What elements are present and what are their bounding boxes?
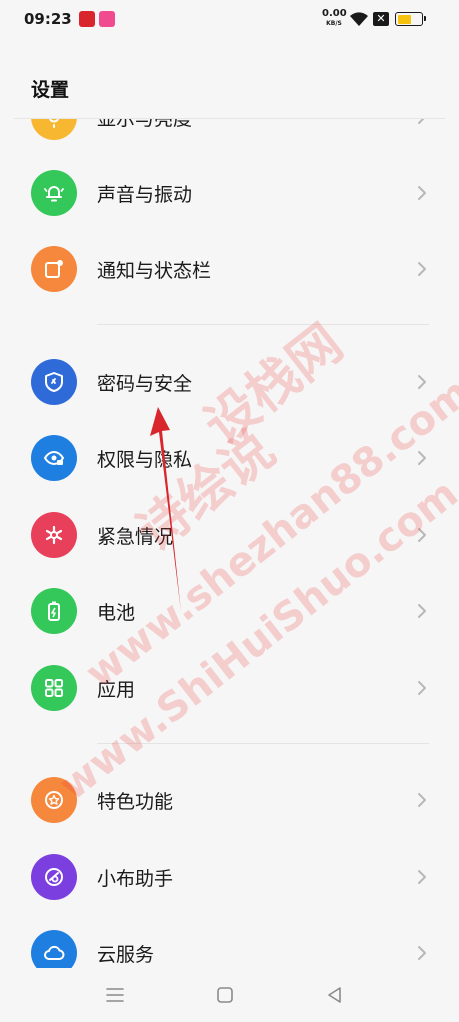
chevron-right-icon (418, 793, 426, 807)
settings-item-battery[interactable]: 电池 (0, 576, 459, 646)
navigation-bar (0, 968, 459, 1022)
settings-item-label: 声音与振动 (97, 184, 193, 206)
settings-item-sound[interactable]: 声音与振动 (0, 158, 459, 228)
close-status-icon: ✕ (373, 12, 389, 26)
settings-item-features[interactable]: 特色功能 (0, 765, 459, 835)
asterisk-icon (31, 512, 77, 558)
assistant-icon (31, 854, 77, 900)
settings-item-label: 紧急情况 (97, 526, 174, 548)
chevron-right-icon (418, 870, 426, 884)
grid-icon (31, 665, 77, 711)
chevron-right-icon (418, 604, 426, 618)
settings-item-label: 电池 (97, 602, 136, 624)
network-speed-unit: KB/S (326, 20, 342, 27)
battery-status-icon (395, 12, 426, 26)
settings-item-apps[interactable]: 应用 (0, 653, 459, 723)
shield-icon (31, 359, 77, 405)
settings-item-notifications[interactable]: 通知与状态栏 (0, 234, 459, 304)
network-speed-value: 0.00 (322, 8, 347, 19)
page-title: 设置 (31, 79, 70, 101)
settings-item-label: 应用 (97, 679, 136, 701)
wifi-icon (350, 12, 368, 26)
home-icon[interactable] (214, 984, 236, 1006)
chevron-right-icon (418, 262, 426, 276)
menu-icon[interactable] (104, 984, 126, 1006)
status-bar: 09:23 0.00 KB/S ✕ (0, 0, 459, 40)
settings-item-display[interactable]: 显示与亮度 (0, 118, 459, 152)
status-time: 09:23 (24, 10, 72, 28)
settings-item-label: 小布助手 (97, 868, 174, 890)
settings-list: 显示与亮度 声音与振动 通知与状态栏 密码与安全 权限与隐私 紧急情况 电池 应… (0, 118, 459, 968)
settings-item-privacy[interactable]: 权限与隐私 (0, 423, 459, 493)
chevron-right-icon (418, 375, 426, 389)
settings-item-security[interactable]: 密码与安全 (0, 347, 459, 417)
app-notification-icon (79, 11, 95, 27)
eye-lock-icon (31, 435, 77, 481)
battery-icon (31, 588, 77, 634)
chevron-right-icon (418, 186, 426, 200)
chevron-right-icon (418, 946, 426, 960)
notification-icon (31, 246, 77, 292)
section-divider (97, 324, 429, 325)
settings-item-label: 特色功能 (97, 791, 174, 813)
star-badge-icon (31, 777, 77, 823)
network-speed: 0.00 KB/S (322, 8, 347, 28)
battery-level (397, 14, 412, 24)
chevron-right-icon (418, 528, 426, 542)
section-divider (97, 743, 429, 744)
settings-item-label: 权限与隐私 (97, 449, 193, 471)
chevron-right-icon (418, 451, 426, 465)
settings-item-label: 显示与亮度 (97, 118, 193, 130)
app-notification-icon (99, 11, 115, 27)
settings-item-label: 云服务 (97, 944, 155, 966)
settings-item-assistant[interactable]: 小布助手 (0, 842, 459, 912)
settings-item-cloud[interactable]: 云服务 (0, 918, 459, 968)
sun-icon (31, 118, 77, 140)
chevron-right-icon (418, 118, 426, 124)
settings-item-emergency[interactable]: 紧急情况 (0, 500, 459, 570)
bell-icon (31, 170, 77, 216)
cloud-icon (31, 930, 77, 968)
settings-item-label: 密码与安全 (97, 373, 193, 395)
back-icon[interactable] (324, 984, 346, 1006)
settings-item-label: 通知与状态栏 (97, 260, 212, 282)
chevron-right-icon (418, 681, 426, 695)
